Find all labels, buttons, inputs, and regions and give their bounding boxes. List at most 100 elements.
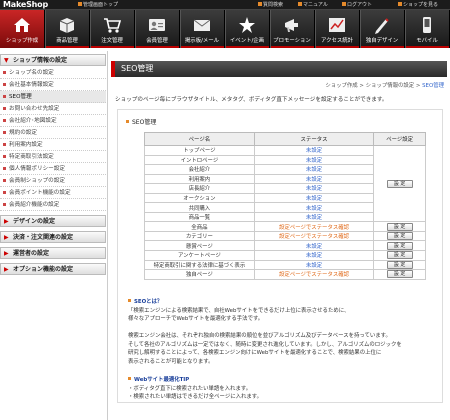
top-bar: MakeShop 管理画面トップ 質問検索 マニュアル ログアウト ショップを見…	[0, 0, 450, 10]
sidebar-item-member-shop[interactable]: 会員制ショップの設定	[0, 175, 106, 187]
nav-design[interactable]: 独自デザイン	[360, 10, 405, 48]
setting-button[interactable]: 設 定	[386, 260, 413, 269]
bullet-icon	[3, 191, 6, 194]
status: 未設定	[253, 240, 375, 251]
table-row: カテゴリー 設定ページでステータス確認 設 定	[144, 230, 426, 242]
setting-button[interactable]: 設 定	[386, 222, 413, 231]
status: 未設定	[253, 192, 375, 204]
setting-cell: 設 定	[373, 250, 426, 261]
nav-order[interactable]: 注文管理	[90, 10, 135, 48]
chart-icon	[329, 18, 345, 32]
bullet-icon	[3, 95, 6, 98]
page-name: アンケートページ	[144, 250, 255, 261]
tip-line: ・ボディタグ直下に検索されたい単語を入れます。	[128, 385, 252, 392]
nav-promotion[interactable]: プロモーション	[270, 10, 315, 48]
box-icon	[59, 18, 75, 33]
nav-shop-create[interactable]: ショップ作成	[0, 10, 45, 48]
seo-about-line: 様々なアプローチでWebサイトを最適化する手法です。	[128, 316, 264, 322]
sidebar-item-shop-name[interactable]: ショップ名の設定	[0, 67, 106, 79]
sidebar-section-operator[interactable]: ▶ 運営者の設定	[0, 247, 106, 259]
bullet-icon	[3, 203, 6, 206]
page-title: SEO管理	[111, 61, 447, 77]
seo-about-heading: SEOとは？	[128, 298, 349, 307]
sidebar-item-guide[interactable]: 利用案内設定	[0, 139, 106, 151]
bullet-icon	[128, 299, 131, 302]
nav-product[interactable]: 商品管理	[45, 10, 90, 48]
view-shop-link[interactable]: ショップを見る	[398, 2, 438, 8]
engine-explanation: 検索エンジン会社は、それぞれ独自の検索結果の順位を並びアルゴリズム及びデータベー…	[128, 332, 402, 366]
tip-heading: Webサイト最適化TIP	[128, 376, 262, 385]
sidebar-item-member-referral[interactable]: 会員紹介機能の設定	[0, 199, 106, 211]
page-name: 店長紹介	[144, 183, 255, 194]
design-icon	[375, 18, 389, 34]
breadcrumb-shop-info[interactable]: ショップ情報の設定	[366, 83, 415, 89]
sidebar-item-contact[interactable]: お問い合わせ先設定	[0, 103, 106, 115]
setting-button[interactable]: 設 定	[386, 232, 413, 241]
seo-about-line: 「検索エンジンによる検索結果で、自社Webサイトをできるだけ上位に表示させるため…	[128, 307, 350, 314]
member-icon	[149, 19, 165, 31]
sidebar-section-design[interactable]: ▶ デザインの設定	[0, 215, 106, 227]
faq-search-link[interactable]: 質問検索	[258, 2, 283, 8]
sidebar-item-company-info[interactable]: 会社基本情報設定	[0, 79, 106, 91]
engine-line: 表示されることが可能となります。	[128, 358, 214, 365]
nav-member[interactable]: 会員管理	[135, 10, 180, 48]
setting-cell: 設 定	[373, 230, 426, 242]
breadcrumb-current: SEO管理	[422, 83, 444, 89]
page-name: イントロページ	[144, 154, 255, 166]
engine-line: 研究し解明することによって、各検索エンジン向けにWebサイトを最適化することで、…	[128, 350, 382, 356]
bullet-icon	[128, 377, 131, 380]
nav-label: 商品管理	[56, 38, 78, 44]
sidebar-item-privacy[interactable]: 個人情報ポリシー設定	[0, 163, 106, 175]
status: 未設定	[253, 145, 375, 156]
nav-label: 会員管理	[146, 38, 168, 44]
makeshop-logo[interactable]: MakeShop	[3, 0, 48, 10]
table-row: アンケートページ 未設定 設 定	[144, 250, 426, 261]
nav-label: 掲示板/メール	[184, 38, 220, 44]
manual-link[interactable]: マニュアル	[298, 2, 328, 8]
sidebar-section-payment[interactable]: ▶ 決済・注文関連の設定	[0, 231, 106, 243]
bullet-icon	[3, 119, 6, 122]
sidebar-item-commerce-law[interactable]: 特定商取引法設定	[0, 151, 106, 163]
setting-cell: 設 定	[373, 144, 426, 223]
event-icon	[239, 17, 255, 33]
sidebar-item-member-points[interactable]: 会員ポイント機能の設定	[0, 187, 106, 199]
status: 未設定	[253, 202, 375, 213]
sidebar-item-seo[interactable]: SEO管理	[0, 91, 106, 103]
status-link[interactable]: 設定ページでステータス確認	[253, 221, 375, 232]
logout-link[interactable]: ログアウト	[342, 2, 372, 8]
bullet-icon	[258, 2, 262, 6]
status-link[interactable]: 設定ページでステータス確認	[253, 230, 375, 242]
sidebar-item-company-map[interactable]: 会社紹介･地図設定	[0, 115, 106, 127]
mail-icon	[193, 19, 211, 31]
seo-about: SEOとは？ 「検索エンジンによる検索結果で、自社Webサイトをできるだけ上位に…	[128, 298, 349, 324]
breadcrumb-shop-create[interactable]: ショップ作成	[325, 83, 357, 89]
table-row: トップページ 未設定設 定	[144, 144, 426, 223]
setting-cell: 設 定	[373, 240, 426, 251]
status-link[interactable]: 設定ページでステータス確認	[253, 269, 375, 280]
table-row: 懸賞ページ 未設定 設 定	[144, 240, 426, 251]
bullet-icon	[3, 83, 6, 86]
engine-line: 検索エンジン会社は、それぞれ独自の検索結果の順位を並びアルゴリズム及びデータベー…	[128, 333, 391, 339]
sidebar-section-shop-info[interactable]: ▼ ショップ情報の設定	[0, 54, 106, 66]
chevron-right-icon: ▶	[4, 234, 9, 241]
setting-cell: 設 定	[373, 269, 426, 280]
nav-access-stats[interactable]: アクセス統計	[315, 10, 360, 48]
seo-panel: SEO管理 ページ名 ステータス ページ設定 トップページ 未設定設 定 イントロ…	[117, 109, 443, 403]
nav-label: イベント/企画	[229, 38, 265, 44]
nav-mobile[interactable]: モバイル	[405, 10, 450, 48]
setting-button[interactable]: 設 定	[386, 251, 413, 260]
page-name: トップページ	[144, 145, 255, 156]
setting-button[interactable]: 設 定	[386, 241, 413, 250]
admin-top-link[interactable]: 管理画面トップ	[78, 2, 118, 8]
nav-board-mail[interactable]: 掲示板/メール	[180, 10, 225, 48]
setting-button[interactable]: 設 定	[386, 179, 413, 188]
sidebar-section-options[interactable]: ▶ オプション機能の設定	[0, 263, 106, 275]
sidebar-item-terms[interactable]: 規約の設定	[0, 127, 106, 139]
seo-table: ページ名 ステータス ページ設定 トップページ 未設定設 定 イントロページ 未設定…	[144, 132, 426, 280]
setting-cell: 設 定	[373, 221, 426, 232]
nav-event[interactable]: イベント/企画	[225, 10, 270, 48]
table-row: 全商品 設定ページでステータス確認 設 定	[144, 221, 426, 232]
setting-button[interactable]: 設 定	[386, 270, 413, 279]
bullet-icon	[298, 2, 302, 6]
status: 未設定	[253, 259, 375, 271]
